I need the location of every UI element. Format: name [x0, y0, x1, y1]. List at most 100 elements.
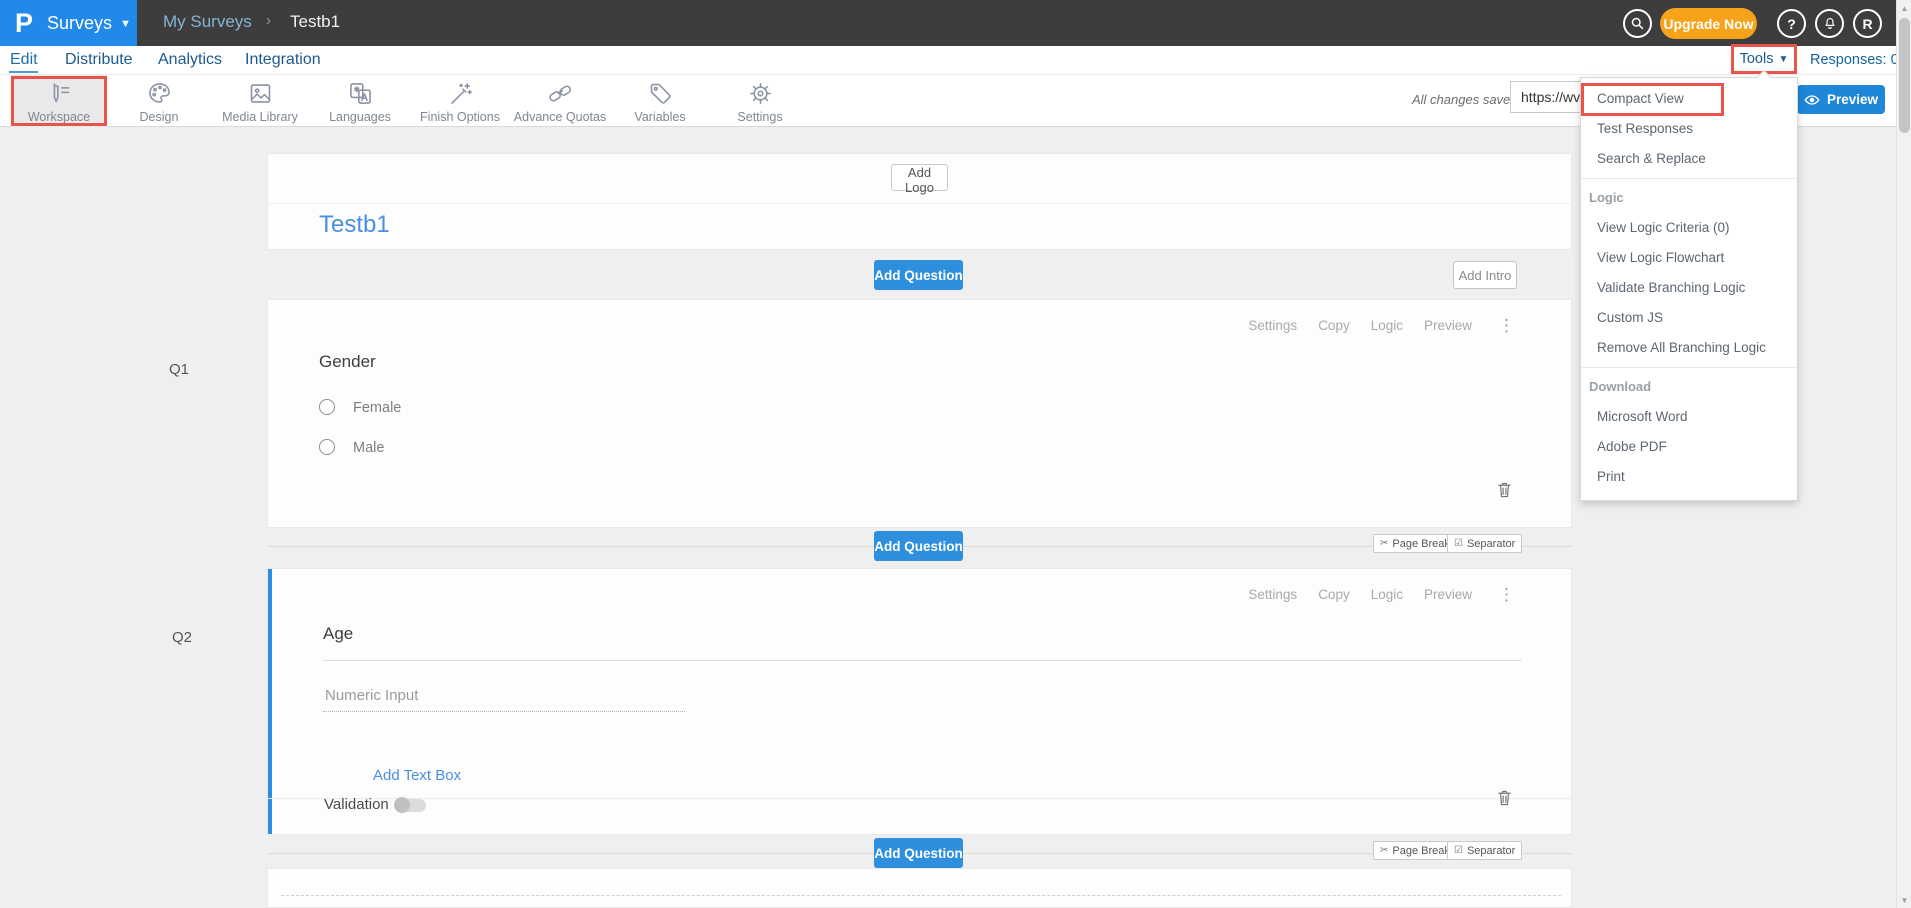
toolbar-item-settings[interactable]: Settings: [712, 75, 808, 127]
toolbar-item-media-library[interactable]: Media Library: [212, 75, 308, 127]
add-question-button[interactable]: Add Question: [874, 260, 963, 290]
question-number-q2: Q2: [172, 629, 192, 646]
scroll-down-arrow[interactable]: ▼: [1897, 892, 1911, 908]
toggle-knob: [394, 797, 410, 813]
chain-icon: [547, 80, 574, 107]
question-settings-link[interactable]: Settings: [1248, 318, 1297, 333]
avatar-initial: R: [1862, 16, 1872, 32]
add-question-button[interactable]: Add Question: [874, 838, 963, 868]
tools-dropdown-trigger[interactable]: Tools: [1740, 51, 1774, 67]
toolbar-item-variables[interactable]: Variables: [612, 75, 708, 127]
radio-option-male[interactable]: [319, 439, 335, 455]
menu-item-view-logic-criteria[interactable]: View Logic Criteria (0): [1581, 213, 1797, 243]
bell-icon: [1823, 16, 1837, 31]
page-break-button[interactable]: ✂ Page Break: [1373, 841, 1457, 860]
product-switcher[interactable]: P Surveys ▼: [0, 0, 137, 46]
menu-item-remove-all-branching-logic[interactable]: Remove All Branching Logic: [1581, 333, 1797, 363]
divider: [1581, 178, 1797, 179]
menu-item-print[interactable]: Print: [1581, 462, 1797, 492]
notifications-button[interactable]: [1815, 9, 1844, 38]
survey-header-panel: Add Logo Testb1: [267, 153, 1572, 250]
question-settings-link[interactable]: Settings: [1248, 587, 1297, 602]
toolbar-item-workspace[interactable]: Workspace: [11, 75, 107, 127]
tab-edit[interactable]: Edit: [10, 51, 38, 69]
validation-label: Validation: [324, 796, 389, 813]
question-title-q1[interactable]: Gender: [319, 352, 376, 372]
wand-icon: [447, 80, 474, 107]
translate-icon: [347, 80, 374, 107]
divider: [268, 798, 1571, 799]
breadcrumb-my-surveys[interactable]: My Surveys: [163, 12, 252, 32]
trash-icon: [1496, 480, 1513, 499]
preview-button[interactable]: Preview: [1797, 85, 1885, 114]
toolbar-item-advance-quotas[interactable]: Advance Quotas: [512, 75, 608, 127]
add-intro-button[interactable]: Add Intro: [1453, 261, 1517, 289]
add-question-button[interactable]: Add Question: [874, 531, 963, 561]
add-question-row-2: Add Question ✂ Page Break ☑ Separator: [267, 531, 1572, 562]
menu-item-view-logic-flowchart[interactable]: View Logic Flowchart: [1581, 243, 1797, 273]
help-button[interactable]: ?: [1777, 9, 1806, 38]
question-card-q2-selected: Settings Copy Logic Preview ⋮ Age Numeri…: [267, 568, 1572, 835]
question-preview-link[interactable]: Preview: [1424, 318, 1472, 333]
tab-distribute[interactable]: Distribute: [65, 51, 133, 69]
numeric-input-placeholder[interactable]: Numeric Input: [325, 687, 418, 704]
radio-option-female[interactable]: [319, 399, 335, 415]
scrollbar-thumb[interactable]: [1899, 18, 1910, 133]
workspace-icon: [46, 80, 73, 107]
question-copy-link[interactable]: Copy: [1318, 587, 1350, 602]
menu-item-custom-js[interactable]: Custom JS: [1581, 303, 1797, 333]
delete-question-button[interactable]: [1496, 480, 1513, 499]
responses-count[interactable]: Responses: 0: [1810, 52, 1899, 68]
page-break-dashed-line: [281, 895, 1561, 896]
question-logic-link[interactable]: Logic: [1371, 318, 1403, 333]
menu-section-download: Download: [1581, 372, 1797, 402]
add-logo-button[interactable]: Add Logo: [891, 164, 948, 191]
add-question-row-3: Add Question ✂ Page Break ☑ Separator: [267, 838, 1572, 869]
page-break-button[interactable]: ✂ Page Break: [1373, 534, 1457, 553]
delete-question-button[interactable]: [1496, 788, 1513, 807]
chevron-down-icon: ▼: [120, 18, 131, 30]
option-label-female: Female: [353, 400, 401, 416]
menu-item-compact-view[interactable]: Compact View: [1581, 84, 1797, 114]
validation-toggle[interactable]: [395, 799, 426, 812]
tag-icon: [647, 80, 674, 107]
question-title-q2[interactable]: Age: [323, 624, 353, 644]
divider: [323, 660, 1522, 661]
search-button[interactable]: [1623, 9, 1652, 38]
toolbar-item-design[interactable]: Design: [111, 75, 207, 127]
image-icon: [247, 80, 274, 107]
question-actions-q2: Settings Copy Logic Preview ⋮: [1248, 587, 1515, 602]
add-question-row-1: Add Question Add Intro: [267, 260, 1572, 291]
tab-analytics[interactable]: Analytics: [158, 51, 222, 69]
separator-button[interactable]: ☑ Separator: [1447, 841, 1522, 860]
menu-item-microsoft-word[interactable]: Microsoft Word: [1581, 402, 1797, 432]
numeric-input-underline: [323, 711, 685, 712]
palette-icon: [146, 80, 173, 107]
tools-dropdown-menu: Compact View Test Responses Search & Rep…: [1580, 77, 1798, 501]
menu-item-adobe-pdf[interactable]: Adobe PDF: [1581, 432, 1797, 462]
survey-title[interactable]: Testb1: [319, 211, 390, 239]
separator-button[interactable]: ☑ Separator: [1447, 534, 1522, 553]
kebab-menu-icon[interactable]: ⋮: [1498, 588, 1515, 602]
gear-icon: [747, 80, 774, 107]
question-actions-q1: Settings Copy Logic Preview ⋮: [1248, 318, 1515, 333]
upgrade-now-button[interactable]: Upgrade Now: [1660, 8, 1757, 39]
question-logic-link[interactable]: Logic: [1371, 587, 1403, 602]
question-card-q1: Settings Copy Logic Preview ⋮ Gender Fem…: [267, 299, 1572, 528]
add-text-box-link[interactable]: Add Text Box: [373, 767, 461, 784]
question-preview-link[interactable]: Preview: [1424, 587, 1472, 602]
eye-icon: [1804, 94, 1820, 106]
selected-question-edge: [268, 569, 272, 834]
menu-item-test-responses[interactable]: Test Responses: [1581, 114, 1797, 144]
question-number-q1: Q1: [169, 361, 189, 378]
kebab-menu-icon[interactable]: ⋮: [1498, 319, 1515, 333]
toolbar-item-languages[interactable]: Languages: [312, 75, 408, 127]
question-copy-link[interactable]: Copy: [1318, 318, 1350, 333]
avatar[interactable]: R: [1853, 9, 1882, 38]
menu-item-validate-branching-logic[interactable]: Validate Branching Logic: [1581, 273, 1797, 303]
question-mark-icon: ?: [1787, 16, 1796, 32]
toolbar-item-finish-options[interactable]: Finish Options: [412, 75, 508, 127]
tab-integration[interactable]: Integration: [245, 51, 321, 69]
scroll-up-arrow[interactable]: ▲: [1897, 0, 1911, 16]
menu-item-search-replace[interactable]: Search & Replace: [1581, 144, 1797, 174]
